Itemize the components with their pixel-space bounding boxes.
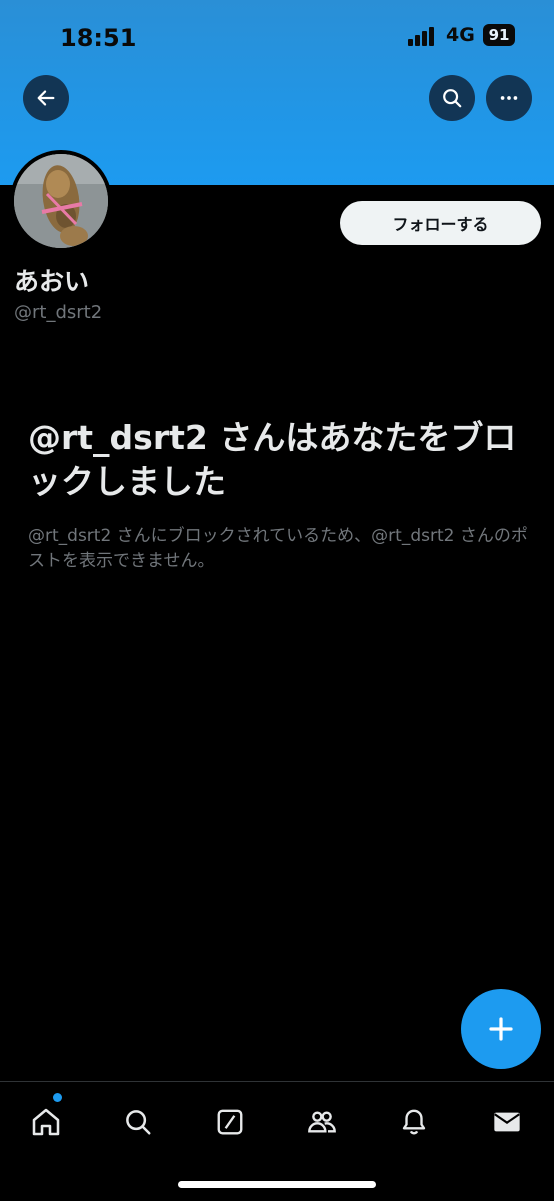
tab-communities[interactable] xyxy=(300,1100,344,1144)
blocked-title: @rt_dsrt2 さんはあなたをブロックしました xyxy=(28,418,517,501)
battery-icon: 91 xyxy=(483,24,515,46)
notifications-icon xyxy=(402,1109,426,1135)
messages-icon xyxy=(494,1112,520,1132)
search-button[interactable] xyxy=(429,75,475,121)
battery-level: 91 xyxy=(488,26,510,44)
compose-button[interactable] xyxy=(461,989,541,1069)
tab-notifications[interactable] xyxy=(392,1100,436,1144)
network-type: 4G xyxy=(446,24,475,46)
more-horizontal-icon xyxy=(500,96,518,100)
avatar[interactable] xyxy=(10,150,112,252)
communities-icon xyxy=(308,1111,336,1133)
tab-home[interactable] xyxy=(24,1100,68,1144)
tab-messages[interactable] xyxy=(485,1100,529,1144)
home-indicator[interactable] xyxy=(178,1181,376,1188)
display-name: あおい xyxy=(14,267,90,296)
arrow-left-icon xyxy=(37,90,55,106)
search-icon xyxy=(443,89,462,108)
avatar-image xyxy=(14,154,108,248)
blocked-description: @rt_dsrt2 さんにブロックされているため、@rt_dsrt2 さんのポス… xyxy=(28,526,528,571)
home-new-indicator xyxy=(53,1093,62,1102)
user-handle: @rt_dsrt2 xyxy=(14,302,103,323)
plus-icon xyxy=(489,1017,513,1041)
home-icon xyxy=(32,1108,60,1136)
tab-search[interactable] xyxy=(116,1100,160,1144)
cellular-signal-icon xyxy=(408,26,438,46)
back-button[interactable] xyxy=(23,75,69,121)
follow-button[interactable]: フォローする xyxy=(340,201,541,245)
more-button[interactable] xyxy=(486,75,532,121)
search-icon xyxy=(126,1110,151,1135)
status-time: 18:51 xyxy=(60,24,137,52)
grok-icon xyxy=(217,1109,243,1135)
tab-grok[interactable] xyxy=(208,1100,252,1144)
